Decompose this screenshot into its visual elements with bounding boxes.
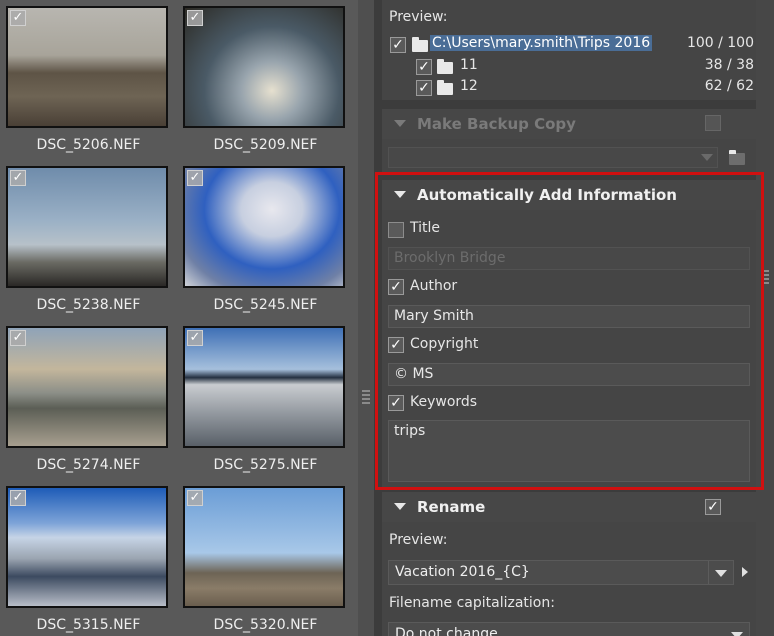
backup-path-dropdown[interactable]: [388, 147, 718, 168]
rename-section-header[interactable]: Rename ✓: [382, 492, 756, 522]
capitalization-label: Filename capitalization:: [389, 595, 555, 611]
thumbnail-item[interactable]: ✓ DSC_5245.NEF: [177, 162, 354, 322]
photo: [185, 488, 343, 606]
chevron-down-icon: [715, 570, 727, 577]
backup-title: Make Backup Copy: [417, 115, 576, 133]
capitalization-dropdown[interactable]: Do not change: [388, 622, 750, 636]
thumbnail-image[interactable]: ✓: [6, 326, 168, 448]
thumbnail-filename: DSC_5209.NEF: [213, 137, 318, 153]
folder-12-name[interactable]: 12: [460, 78, 478, 94]
collapse-triangle-icon[interactable]: [394, 503, 406, 510]
folder-11-name[interactable]: 11: [460, 57, 478, 73]
rename-pattern-value: Vacation 2016_{C}: [395, 564, 530, 580]
tree-row-12[interactable]: ✓ 12 62 / 62: [390, 77, 760, 99]
browse-folder-icon[interactable]: [729, 150, 745, 165]
thumbnail-item[interactable]: ✓ DSC_5275.NEF: [177, 322, 354, 482]
thumbnail-checkbox[interactable]: ✓: [10, 490, 26, 506]
thumbnail-item[interactable]: ✓ DSC_5209.NEF: [177, 2, 354, 162]
thumbnail-filename: DSC_5245.NEF: [213, 297, 318, 313]
photo: [8, 488, 166, 606]
photo: [185, 8, 343, 126]
thumbnail-checkbox[interactable]: ✓: [10, 330, 26, 346]
preview-section: Preview: ✓ C:\Users\mary.smith\Trips 201…: [382, 0, 756, 100]
backup-body: [382, 139, 756, 173]
thumbnail-checkbox[interactable]: ✓: [187, 10, 203, 26]
folder-12-count: 62 / 62: [704, 78, 754, 94]
chevron-down-icon: [731, 632, 743, 636]
thumbnail-filename: DSC_5206.NEF: [36, 137, 141, 153]
highlight-box: [375, 172, 764, 490]
folder-12-checkbox[interactable]: ✓: [416, 80, 432, 96]
rename-preview-label: Preview:: [389, 532, 448, 548]
backup-checkbox[interactable]: [705, 115, 721, 131]
rename-body: Preview: Vacation 2016_{C} Filename capi…: [382, 522, 756, 636]
backup-section-header[interactable]: Make Backup Copy: [382, 109, 756, 139]
thumbnail-item[interactable]: ✓ DSC_5320.NEF: [177, 482, 354, 636]
folder-11-count: 38 / 38: [704, 57, 754, 73]
chevron-right-icon[interactable]: [742, 567, 748, 577]
rename-title: Rename: [417, 498, 486, 516]
tree-row-11[interactable]: ✓ 11 38 / 38: [390, 56, 760, 78]
thumbnail-item[interactable]: ✓ DSC_5206.NEF: [0, 2, 177, 162]
thumbnail-checkbox[interactable]: ✓: [187, 330, 203, 346]
thumbnail-checkbox[interactable]: ✓: [187, 170, 203, 186]
thumbnail-grid: ✓ DSC_5206.NEF ✓ DSC_5209.NEF ✓ DSC_5238.NEF ✓…: [0, 0, 358, 636]
thumbnail-image[interactable]: ✓: [183, 166, 345, 288]
thumbnail-image[interactable]: ✓: [183, 6, 345, 128]
thumbnail-filename: DSC_5315.NEF: [36, 617, 141, 633]
collapse-triangle-icon[interactable]: [394, 120, 406, 127]
thumbnail-item[interactable]: ✓ DSC_5238.NEF: [0, 162, 177, 322]
folder-11-checkbox[interactable]: ✓: [416, 59, 432, 75]
root-checkbox[interactable]: ✓: [390, 37, 406, 53]
root-path[interactable]: C:\Users\mary.smith\Trips 2016: [430, 35, 653, 51]
thumbnail-filename: DSC_5320.NEF: [213, 617, 318, 633]
thumbnail-image[interactable]: ✓: [6, 486, 168, 608]
rename-checkbox[interactable]: ✓: [705, 499, 721, 515]
thumbnail-filename: DSC_5238.NEF: [36, 297, 141, 313]
thumbnail-filename: DSC_5275.NEF: [213, 457, 318, 473]
photo: [8, 328, 166, 446]
folder-icon: [437, 59, 453, 74]
thumbnail-image[interactable]: ✓: [6, 166, 168, 288]
thumbnail-item[interactable]: ✓ DSC_5274.NEF: [0, 322, 177, 482]
thumbnail-checkbox[interactable]: ✓: [10, 170, 26, 186]
photo: [185, 328, 343, 446]
photo: [8, 8, 166, 126]
splitter-grip-icon[interactable]: [362, 390, 370, 404]
rename-pattern-dropdown[interactable]: Vacation 2016_{C}: [388, 560, 734, 585]
preview-label: Preview:: [389, 9, 448, 25]
thumbnail-image[interactable]: ✓: [183, 326, 345, 448]
photo: [8, 168, 166, 286]
thumbnail-image[interactable]: ✓: [6, 6, 168, 128]
thumbnail-filename: DSC_5274.NEF: [36, 457, 141, 473]
thumbnail-image[interactable]: ✓: [183, 486, 345, 608]
tree-row-root[interactable]: ✓ C:\Users\mary.smith\Trips 2016 100 / 1…: [390, 34, 760, 56]
thumbnail-checkbox[interactable]: ✓: [10, 10, 26, 26]
chevron-down-icon: [701, 154, 713, 161]
photo: [185, 168, 343, 286]
thumbnail-checkbox[interactable]: ✓: [187, 490, 203, 506]
folder-icon: [437, 80, 453, 95]
folder-icon: [412, 37, 428, 52]
thumbnail-item[interactable]: ✓ DSC_5315.NEF: [0, 482, 177, 636]
root-count: 100 / 100: [686, 35, 754, 51]
capitalization-value: Do not change: [395, 626, 498, 636]
panel-splitter[interactable]: [358, 0, 374, 636]
